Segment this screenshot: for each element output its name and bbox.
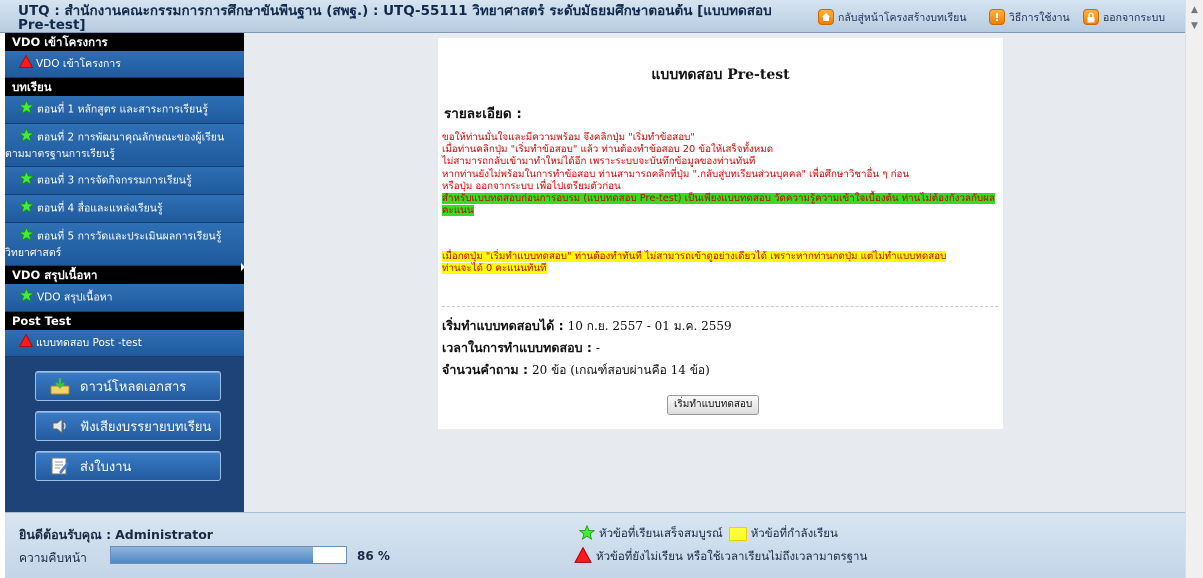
star-icon bbox=[18, 198, 35, 218]
star-icon bbox=[18, 99, 35, 119]
sidebar-item-label: ตอนที่ 4 สื่อและแหล่งเรียนรู้ bbox=[37, 202, 163, 215]
start-date-value: 10 ก.ย. 2557 - 01 ม.ค. 2559 bbox=[567, 319, 732, 333]
section-vdo-summary: VDO สรุปเนื้อหา bbox=[5, 266, 244, 284]
user-name: Administrator bbox=[115, 527, 213, 542]
warning-triangle-icon bbox=[18, 333, 34, 352]
time-value: - bbox=[595, 341, 600, 355]
warning-triangle-icon bbox=[18, 54, 34, 73]
sidebar-item-vdo-summary[interactable]: VDO สรุปเนื้อหา bbox=[5, 284, 244, 312]
progress-bar bbox=[110, 546, 347, 564]
start-test-button[interactable]: เริ่มทำแบบทดสอบ bbox=[667, 395, 760, 415]
test-title: แบบทดสอบ Pre-test bbox=[651, 67, 790, 83]
header-bar: UTQ : สำนักงานคณะกรรมการการศึกษาขั้นพื้น… bbox=[0, 0, 1185, 33]
star-icon bbox=[18, 287, 35, 307]
warning-note: เมื่อกดปุ่ม "เริ่มทำแบบทดสอบ" ท่านต้องทำ… bbox=[442, 251, 998, 275]
pretest-note-text: สำหรับแบบทดสอบก่อนการอบรม (แบบทดสอบ Pre-… bbox=[442, 193, 995, 217]
sidebar-item-label: VDO เข้าโครงการ bbox=[36, 58, 121, 70]
listen-lecture-button[interactable]: ฟังเสียงบรรยายบทเรียน bbox=[35, 411, 221, 441]
sidebar-item-label: ตอนที่ 3 การจัดกิจกรรมการเรียนรู้ bbox=[37, 174, 192, 187]
star-icon bbox=[18, 170, 35, 190]
progress-percent: 86 % bbox=[357, 549, 390, 563]
legend-current-label: หัวข้อที่กำลังเรียน bbox=[750, 526, 838, 540]
instructions-text: ขอให้ท่านมั่นใจและมีความพร้อม จึงคลิกปุ่… bbox=[442, 132, 910, 192]
time-row: เวลาในการทำแบบทดสอบ : - bbox=[442, 338, 600, 358]
vertical-scrollbar[interactable]: ▲ ▼ bbox=[1185, 0, 1203, 578]
document-edit-icon bbox=[50, 457, 70, 475]
help-link-label: วิธีการใช้งาน bbox=[1009, 11, 1070, 24]
sidebar-button-group: ดาวน์โหลดเอกสาร ฟังเสียงบรรยายบทเรียน ส่… bbox=[35, 371, 244, 481]
main-content: แบบทดสอบ Pre-test รายละเอียด : ขอให้ท่าน… bbox=[244, 33, 1185, 512]
help-icon: ! bbox=[989, 9, 1005, 25]
star-icon bbox=[18, 226, 35, 246]
download-icon bbox=[50, 377, 70, 395]
sidebar-item-lesson-5[interactable]: ตอนที่ 5 การวัดและประเมินผลการเรียนรู้วิ… bbox=[5, 223, 244, 266]
back-to-structure-link[interactable]: กลับสู่หน้าโครงสร้างบทเรียน bbox=[818, 8, 967, 26]
download-documents-button[interactable]: ดาวน์โหลดเอกสาร bbox=[35, 371, 221, 401]
sidebar-item-lesson-2[interactable]: ตอนที่ 2 การพัฒนาคุณลักษณะของผู้เรียนตาม… bbox=[5, 124, 244, 167]
legend-not-yet: หัวข้อที่ยังไม่เรียน หรือใช้เวลาเรียนไม่… bbox=[574, 546, 868, 566]
start-date-label: เริ่มทำแบบทดสอบได้ : bbox=[442, 318, 564, 333]
legend-done-label: หัวข้อที่เรียนเสร็จสมบูรณ์ bbox=[599, 526, 723, 540]
question-count-value: 20 ข้อ (เกณฑ์สอบผ่านคือ 14 ข้อ) bbox=[532, 363, 710, 377]
speaker-icon bbox=[50, 417, 70, 435]
question-count-label: จำนวนคำถาม : bbox=[442, 362, 529, 377]
submit-worksheet-button[interactable]: ส่งใบงาน bbox=[35, 451, 221, 481]
section-post-test: Post Test bbox=[5, 312, 244, 330]
welcome-label: ยินดีต้อนรับคุณ : bbox=[19, 527, 112, 542]
sidebar: VDO เข้าโครงการ VDO เข้าโครงการ บทเรียน … bbox=[5, 33, 244, 512]
legend-not-yet-label: หัวข้อที่ยังไม่เรียน หรือใช้เวลาเรียนไม่… bbox=[596, 548, 868, 563]
sidebar-item-post-test[interactable]: แบบทดสอบ Post -test bbox=[5, 330, 244, 357]
scroll-down-icon[interactable]: ▼ bbox=[1186, 18, 1203, 34]
star-icon bbox=[18, 127, 35, 147]
current-lesson-swatch bbox=[728, 527, 747, 541]
sidebar-item-label: VDO สรุปเนื้อหา bbox=[37, 291, 113, 304]
logout-link[interactable]: ออกจากระบบ bbox=[1083, 8, 1165, 26]
sidebar-item-label: ตอนที่ 5 การวัดและประเมินผลการเรียนรู้วิ… bbox=[5, 230, 222, 260]
sidebar-item-label: ตอนที่ 1 หลักสูตร และสาระการเรียนรู้ bbox=[37, 103, 209, 116]
star-icon bbox=[578, 524, 596, 543]
logout-link-label: ออกจากระบบ bbox=[1103, 11, 1165, 24]
submit-button-label: ส่งใบงาน bbox=[80, 459, 132, 475]
sidebar-item-lesson-4[interactable]: ตอนที่ 4 สื่อและแหล่งเรียนรู้ bbox=[5, 195, 244, 223]
welcome-text: ยินดีต้อนรับคุณ : Administrator bbox=[19, 525, 213, 545]
sidebar-item-label: ตอนที่ 2 การพัฒนาคุณลักษณะของผู้เรียนตาม… bbox=[5, 131, 225, 161]
progress-bar-fill bbox=[111, 547, 314, 563]
sidebar-item-lesson-3[interactable]: ตอนที่ 3 การจัดกิจกรรมการเรียนรู้ bbox=[5, 167, 244, 195]
start-date-row: เริ่มทำแบบทดสอบได้ : 10 ก.ย. 2557 - 01 ม… bbox=[442, 316, 732, 336]
download-button-label: ดาวน์โหลดเอกสาร bbox=[80, 379, 187, 395]
legend-done: หัวข้อที่เรียนเสร็จสมบูรณ์ หัวข้อที่กำลั… bbox=[578, 524, 838, 543]
app-window: UTQ : สำนักงานคณะกรรมการการศึกษาขั้นพื้น… bbox=[0, 0, 1203, 578]
listen-button-label: ฟังเสียงบรรยายบทเรียน bbox=[80, 419, 212, 435]
page-title: UTQ : สำนักงานคณะกรรมการการศึกษาขั้นพื้น… bbox=[18, 4, 772, 32]
time-label: เวลาในการทำแบบทดสอบ : bbox=[442, 340, 592, 355]
test-info-card: แบบทดสอบ Pre-test รายละเอียด : ขอให้ท่าน… bbox=[438, 38, 1003, 429]
section-vdo-intro: VDO เข้าโครงการ bbox=[5, 33, 244, 51]
progress-label: ความคืบหน้า bbox=[19, 551, 87, 565]
home-icon bbox=[818, 9, 834, 25]
divider bbox=[442, 306, 998, 307]
sidebar-item-lesson-1[interactable]: ตอนที่ 1 หลักสูตร และสาระการเรียนรู้ bbox=[5, 96, 244, 124]
warning-note-text: เมื่อกดปุ่ม "เริ่มทำแบบทดสอบ" ท่านต้องทำ… bbox=[442, 251, 947, 275]
sidebar-item-vdo-intro[interactable]: VDO เข้าโครงการ bbox=[5, 51, 244, 78]
lock-icon bbox=[1083, 9, 1099, 25]
section-lessons: บทเรียน bbox=[5, 78, 244, 96]
help-link[interactable]: ! วิธีการใช้งาน bbox=[989, 8, 1070, 26]
pretest-note: สำหรับแบบทดสอบก่อนการอบรม (แบบทดสอบ Pre-… bbox=[442, 193, 998, 217]
back-link-label: กลับสู่หน้าโครงสร้างบทเรียน bbox=[838, 11, 967, 24]
scroll-up-icon[interactable]: ▲ bbox=[1186, 2, 1203, 18]
sidebar-item-label: แบบทดสอบ Post -test bbox=[36, 337, 142, 349]
warning-triangle-icon bbox=[574, 546, 592, 566]
detail-heading: รายละเอียด : bbox=[444, 106, 522, 122]
question-count-row: จำนวนคำถาม : 20 ข้อ (เกณฑ์สอบผ่านคือ 14 … bbox=[442, 360, 710, 380]
footer-bar: ยินดีต้อนรับคุณ : Administrator ความคืบห… bbox=[5, 512, 1185, 578]
